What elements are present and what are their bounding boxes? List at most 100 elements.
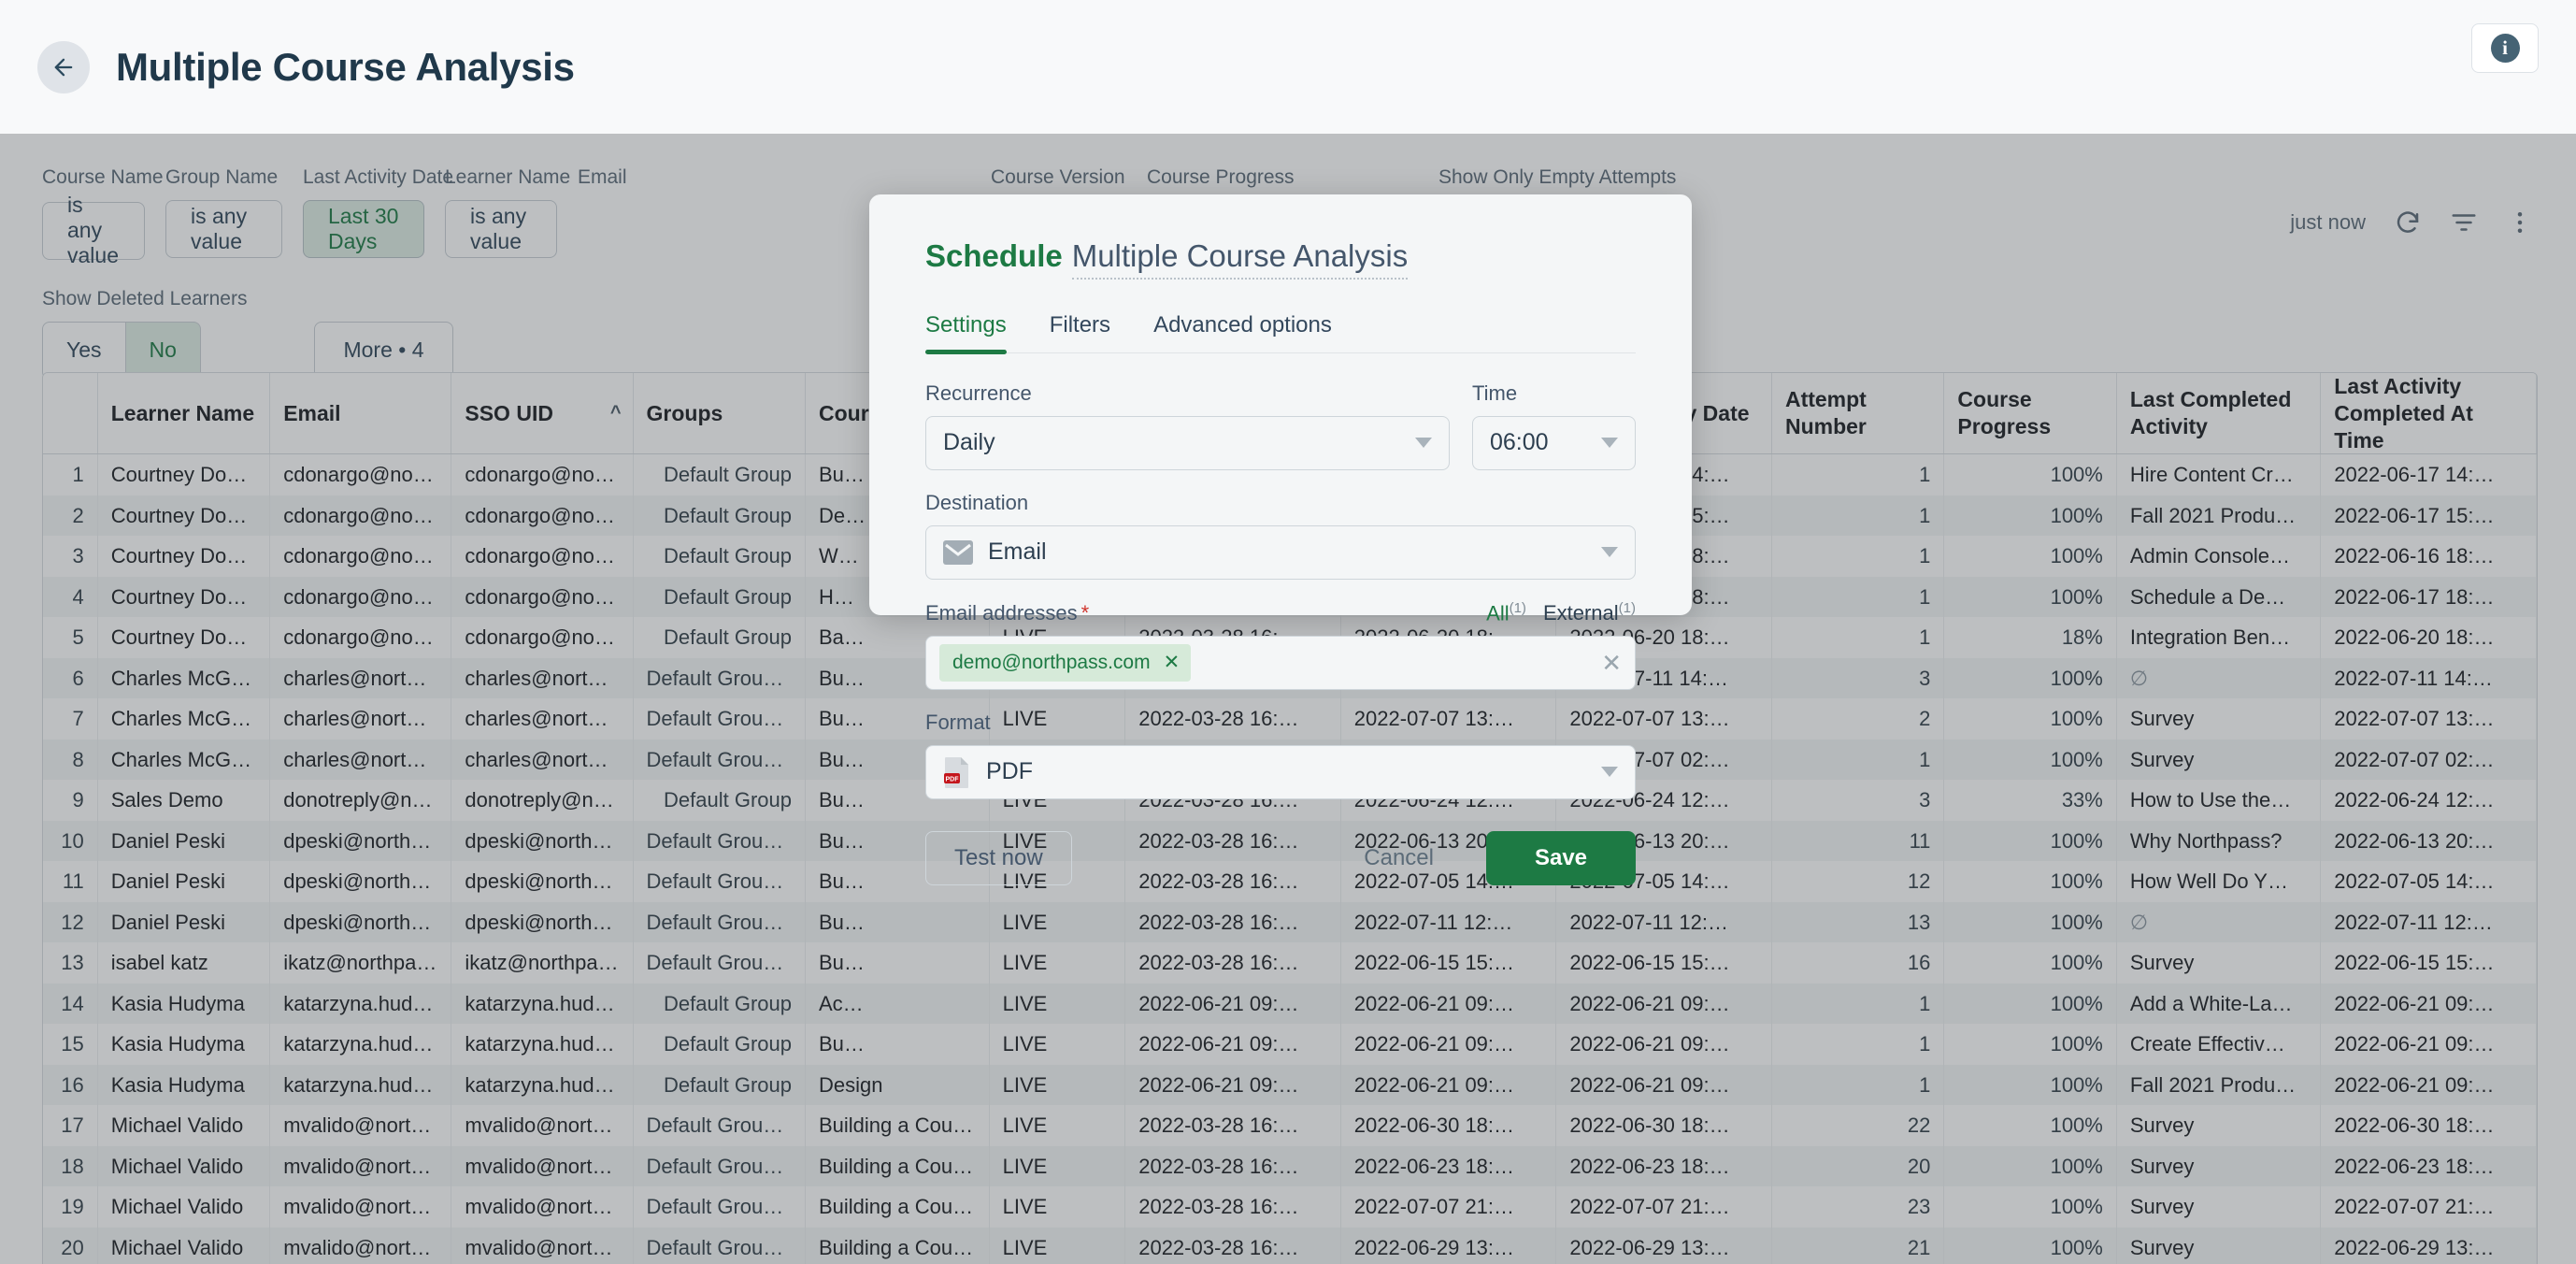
th-last-activity-completed-at[interactable]: Last Activity Completed At Time [2321,373,2537,454]
destination-select[interactable]: Email [925,525,1636,580]
tab-settings[interactable]: Settings [925,312,1007,352]
table-row[interactable]: 17Michael Validomvalido@north…mvalido@no… [43,1105,2537,1146]
count-all: (1) [1510,600,1526,616]
th-email[interactable]: Email [270,373,451,454]
table-row[interactable]: 16Kasia Hudymakatarzyna.hudy…katarzyna.h… [43,1065,2537,1106]
table-cell: 100% [1944,1186,2116,1228]
table-row[interactable]: 18Michael Validomvalido@north…mvalido@no… [43,1146,2537,1187]
chevron-down-icon [1601,767,1618,777]
table-cell: mvalido@north… [451,1228,633,1264]
field-email-addresses: Email addresses* All(1)External(1) demo@… [925,600,1636,690]
chevron-down-icon [1415,438,1432,448]
table-cell: 100% [1944,496,2116,537]
link-all[interactable]: All [1486,601,1509,625]
filter-value-learner-name[interactable]: is any value [445,200,557,258]
table-cell: dpeski@northp… [270,821,451,862]
table-row[interactable]: 19Michael Validomvalido@north…mvalido@no… [43,1186,2537,1228]
envelope-icon [943,540,973,565]
table-cell: Courtney Dona… [97,536,269,577]
table-cell: 2022-03-28 16:… [1125,942,1341,984]
table-cell: Michael Valido [97,1146,269,1187]
table-cell: Admin Console… [2116,536,2320,577]
filter-learner-name: Learner Name is any value [445,166,557,258]
page-title: Multiple Course Analysis [116,45,575,90]
table-cell: 13 [43,942,97,984]
table-row[interactable]: 15Kasia Hudymakatarzyna.hudy…katarzyna.h… [43,1024,2537,1065]
table-cell: 2022-07-07 02:… [2321,740,2537,781]
top-bar: Multiple Course Analysis i [0,0,2576,134]
table-cell: 1 [1771,496,1943,537]
th-groups[interactable]: Groups [633,373,805,454]
table-cell: 5 [43,617,97,658]
segment-deleted-learners-no[interactable]: No [125,323,200,379]
table-cell: charles@north… [270,658,451,699]
email-chip-remove-icon[interactable]: ✕ [1164,653,1181,672]
refresh-icon[interactable] [2394,208,2422,237]
time-select[interactable]: 06:00 [1472,416,1636,470]
table-cell: mvalido@north… [451,1186,633,1228]
filter-group-name: Group Name is any value [165,166,282,258]
dialog-title-name[interactable]: Multiple Course Analysis [1072,238,1409,280]
tab-advanced-options[interactable]: Advanced options [1153,312,1332,352]
segment-deleted-learners-yes[interactable]: Yes [43,323,125,379]
table-cell: 100% [1944,942,2116,984]
table-cell: cdonargo@nort… [270,617,451,658]
table-cell: LIVE [989,1024,1125,1065]
table-cell: 16 [43,1065,97,1106]
clear-all-icon[interactable]: ✕ [1601,651,1622,675]
table-row[interactable]: 14Kasia Hudymakatarzyna.hudy…katarzyna.h… [43,984,2537,1025]
table-cell: 2022-06-21 09:… [1340,984,1556,1025]
format-select[interactable]: PDF PDF [925,745,1636,799]
filter-value-group-name[interactable]: is any value [165,200,282,258]
info-button[interactable]: i [2471,23,2539,73]
link-external[interactable]: External [1543,601,1619,625]
cancel-button[interactable]: Cancel [1336,831,1462,885]
kebab-menu-icon[interactable] [2506,208,2534,237]
table-cell: dpeski@northp… [451,821,633,862]
table-row[interactable]: 20Michael Validomvalido@north…mvalido@no… [43,1228,2537,1264]
destination-value: Email [988,539,1601,566]
table-row[interactable]: 12Daniel Peskidpeski@northp…dpeski@north… [43,902,2537,943]
th-last-completed-activity[interactable]: Last Completed Activity [2116,373,2320,454]
table-cell: Charles McGov… [97,658,269,699]
table-cell: 100% [1944,698,2116,740]
filter-value-last-activity-date[interactable]: Last 30 Days [303,200,424,258]
th-course-progress[interactable]: Course Progress [1944,373,2116,454]
th-index[interactable] [43,373,97,454]
filter-icon[interactable] [2450,208,2478,237]
table-cell: cdonargo@nort… [451,577,633,618]
table-cell: 100% [1944,1105,2116,1146]
table-cell: cdonargo@nort… [451,536,633,577]
email-chip-label: demo@northpass.com [952,652,1151,674]
test-now-button[interactable]: Test now [925,831,1072,885]
save-button[interactable]: Save [1486,831,1636,885]
table-cell: Default Group, … [633,861,805,902]
table-cell: Survey [2116,1228,2320,1264]
email-addresses-input[interactable]: demo@northpass.com ✕ ✕ [925,636,1636,690]
table-cell: 2 [43,496,97,537]
filter-label: Learner Name [445,166,557,189]
segmented-deleted-learners[interactable]: Yes No [42,322,201,380]
table-cell: 2022-06-21 09:… [1125,984,1341,1025]
more-filters-button[interactable]: More • 4 [314,322,452,380]
table-cell: LIVE [989,1146,1125,1187]
table-row[interactable]: 13isabel katzikatz@northpas…ikatz@northp… [43,942,2537,984]
tab-filters[interactable]: Filters [1050,312,1110,352]
table-cell: cdonargo@nort… [270,454,451,496]
filter-value-course-name[interactable]: is any value [42,202,145,260]
table-cell: 3 [43,536,97,577]
table-cell: 2022-07-11 12:… [1340,902,1556,943]
table-cell: Ac… [806,984,990,1025]
dialog-body: Recurrence Daily Time 06:00 Destination [869,353,1692,799]
back-button[interactable] [37,41,90,93]
table-cell: Default Group [633,1024,805,1065]
email-chip[interactable]: demo@northpass.com ✕ [939,644,1191,682]
th-attempt-number[interactable]: Attempt Number [1771,373,1943,454]
label-destination: Destination [925,491,1636,515]
table-cell: 2 [1771,698,1943,740]
th-sso-uid[interactable]: SSO UID ^ [451,373,633,454]
recurrence-select[interactable]: Daily [925,416,1450,470]
table-cell: cdonargo@nort… [451,617,633,658]
th-learner-name[interactable]: Learner Name [97,373,269,454]
table-cell: LIVE [989,984,1125,1025]
